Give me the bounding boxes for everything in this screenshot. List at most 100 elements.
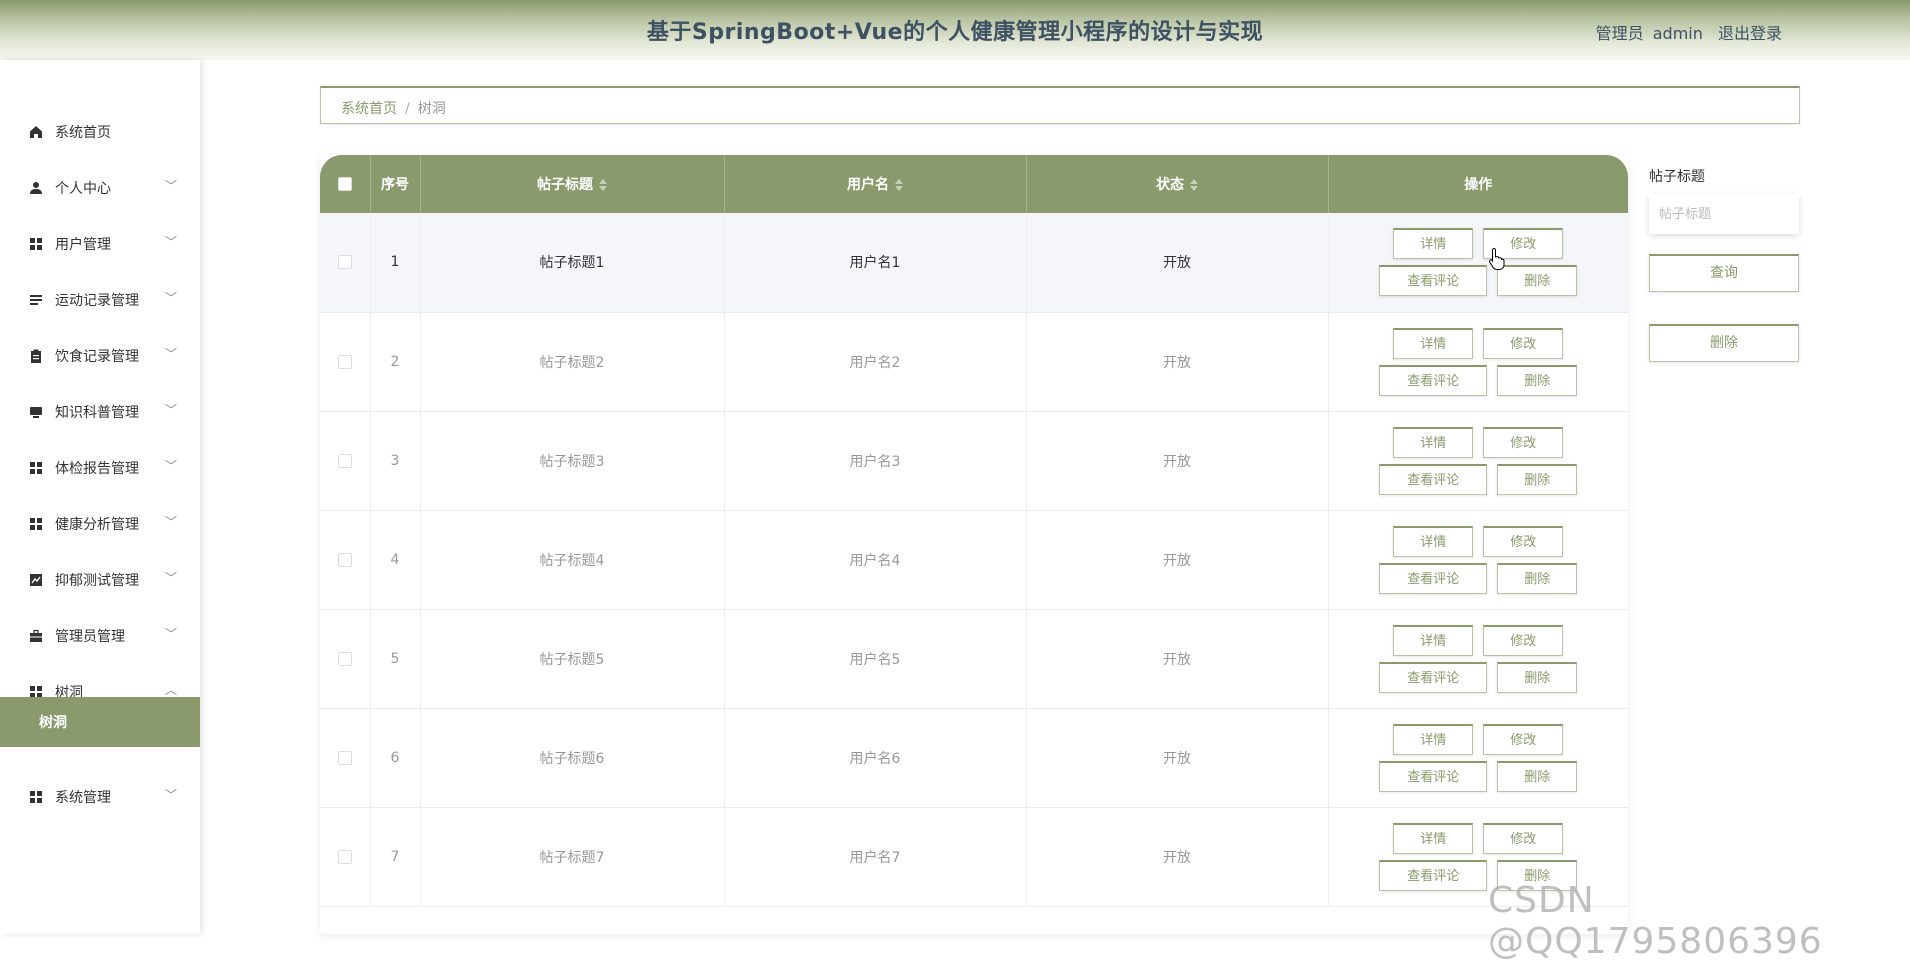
cell-title: 帖子标题4 [420, 510, 725, 610]
row-select-cell[interactable] [320, 312, 371, 412]
detail-button[interactable]: 详情 [1393, 624, 1474, 656]
sidebar-item-checkup[interactable]: 体检报告管理 ﹀ [0, 446, 200, 490]
column-header-title[interactable]: 帖子标题 [420, 155, 725, 213]
edit-button[interactable]: 修改 [1483, 327, 1564, 359]
row-select-cell[interactable] [320, 510, 371, 610]
cell-user: 用户名1 [724, 213, 1027, 313]
row-select-cell[interactable] [320, 213, 371, 313]
sidebar-item-users[interactable]: 用户管理 ﹀ [0, 222, 200, 266]
delete-button[interactable]: 删除 [1497, 463, 1578, 495]
view-comments-button[interactable]: 查看评论 [1379, 859, 1488, 891]
view-comments-button[interactable]: 查看评论 [1379, 661, 1488, 693]
edit-button[interactable]: 修改 [1483, 723, 1564, 755]
row-checkbox[interactable] [337, 453, 352, 468]
row-checkbox[interactable] [337, 849, 352, 864]
edit-button[interactable]: 修改 [1483, 426, 1564, 458]
delete-button[interactable]: 删除 [1497, 760, 1578, 792]
sidebar-item-analysis[interactable]: 健康分析管理 ﹀ [0, 502, 200, 546]
column-header-status[interactable]: 状态 [1026, 155, 1329, 213]
row-checkbox[interactable] [337, 651, 352, 666]
column-header-status-label: 状态 [1156, 177, 1184, 193]
delete-button[interactable]: 删除 [1497, 562, 1578, 594]
detail-button[interactable]: 详情 [1393, 525, 1474, 557]
row-select-cell[interactable] [320, 708, 371, 808]
edit-button[interactable]: 修改 [1483, 624, 1564, 656]
edit-button[interactable]: 修改 [1483, 822, 1564, 854]
cell-title: 帖子标题7 [420, 807, 725, 907]
cell-title: 帖子标题6 [420, 708, 725, 808]
chevron-down-icon: ﹀ [164, 571, 177, 585]
select-all-checkbox[interactable] [337, 177, 352, 191]
grid-icon [30, 518, 42, 530]
view-comments-button[interactable]: 查看评论 [1379, 562, 1488, 594]
row-actions: 详情 修改 查看评论 删除 [1329, 426, 1629, 495]
view-comments-button[interactable]: 查看评论 [1379, 265, 1488, 297]
top-header: 基于SpringBoot+Vue的个人健康管理小程序的设计与实现 管理员 adm… [0, 0, 1910, 60]
action-line: 详情 修改 [1393, 525, 1564, 557]
delete-button[interactable]: 删除 [1497, 661, 1578, 693]
cell-title: 帖子标题2 [420, 312, 725, 412]
edit-button[interactable]: 修改 [1483, 525, 1564, 557]
view-comments-button[interactable]: 查看评论 [1379, 364, 1488, 396]
sort-icon[interactable] [1190, 179, 1198, 191]
sidebar-item-depression[interactable]: 抑郁测试管理 ﹀ [0, 558, 200, 602]
sidebar-subitem-treehole[interactable]: 树洞 [0, 697, 200, 747]
view-comments-button[interactable]: 查看评论 [1379, 760, 1488, 792]
cell-index: 6 [370, 708, 421, 808]
cell-title: 帖子标题3 [420, 411, 725, 511]
detail-button[interactable]: 详情 [1393, 822, 1474, 854]
delete-button[interactable]: 删除 [1497, 364, 1578, 396]
detail-button[interactable]: 详情 [1393, 228, 1474, 260]
detail-button[interactable]: 详情 [1393, 327, 1474, 359]
row-actions: 详情 修改 查看评论 删除 [1329, 723, 1629, 792]
cell-actions: 详情 修改 查看评论 删除 [1328, 510, 1628, 610]
table-row[interactable]: 6 帖子标题6 用户名6 开放 详情 修改 查看评论 删除 [320, 708, 1629, 808]
chevron-down-icon: ﹀ [164, 459, 177, 473]
select-all-cell[interactable] [320, 155, 371, 213]
sidebar-item-knowledge[interactable]: 知识科普管理 ﹀ [0, 390, 200, 434]
action-line: 查看评论 删除 [1379, 364, 1578, 396]
cell-index: 2 [370, 312, 421, 412]
view-comments-button[interactable]: 查看评论 [1379, 463, 1488, 495]
search-input[interactable] [1649, 194, 1799, 234]
row-checkbox[interactable] [337, 750, 352, 765]
breadcrumb-separator: / [405, 101, 410, 117]
chevron-down-icon: ﹀ [164, 291, 177, 305]
table-row[interactable]: 2 帖子标题2 用户名2 开放 详情 修改 查看评论 删除 [320, 312, 1628, 412]
row-checkbox[interactable] [337, 354, 352, 369]
cell-actions: 详情 修改 查看评论 删除 [1328, 312, 1628, 412]
sidebar-item-label: 饮食记录管理 [55, 349, 139, 365]
logout-link[interactable]: 退出登录 [1718, 24, 1782, 43]
table-row[interactable]: 7 帖子标题7 用户名7 开放 详情 修改 查看评论 删除 [320, 807, 1628, 907]
column-header-user-label: 用户名 [847, 177, 889, 193]
sidebar-item-system[interactable]: 系统管理 ﹀ [0, 775, 200, 819]
row-select-cell[interactable] [320, 609, 371, 709]
table-row[interactable]: 4 帖子标题4 用户名4 开放 详情 修改 查看评论 删除 [320, 510, 1628, 610]
sort-icon[interactable] [895, 179, 903, 191]
detail-button[interactable]: 详情 [1393, 426, 1474, 458]
row-checkbox[interactable] [337, 552, 352, 567]
breadcrumb-home[interactable]: 系统首页 [341, 101, 397, 117]
table-row[interactable]: 3 帖子标题3 用户名3 开放 详情 修改 查看评论 删除 [320, 411, 1629, 511]
table-row[interactable]: 1 帖子标题1 用户名1 开放 详情 修改 查看评论 删除 [320, 213, 1628, 313]
row-select-cell[interactable] [320, 411, 371, 511]
column-header-user[interactable]: 用户名 [724, 155, 1027, 213]
row-checkbox[interactable] [337, 255, 352, 270]
sidebar-item-home[interactable]: 系统首页 [0, 110, 200, 154]
breadcrumb-current: 树洞 [417, 101, 446, 117]
table-row[interactable]: 5 帖子标题5 用户名5 开放 详情 修改 查看评论 删除 [320, 609, 1628, 709]
sidebar-item-exercise[interactable]: 运动记录管理 ﹀ [0, 278, 200, 322]
sidebar-item-personal[interactable]: 个人中心 ﹀ [0, 166, 200, 210]
delete-button[interactable]: 删除 [1497, 265, 1578, 297]
detail-button[interactable]: 详情 [1393, 723, 1474, 755]
chevron-down-icon: ﹀ [164, 403, 177, 417]
grid-icon [30, 791, 42, 803]
query-button[interactable]: 查询 [1649, 254, 1799, 292]
row-select-cell[interactable] [320, 807, 371, 907]
sort-icon[interactable] [599, 179, 607, 191]
sidebar-item-diet[interactable]: 饮食记录管理 ﹀ [0, 334, 200, 378]
batch-delete-button[interactable]: 删除 [1649, 324, 1799, 362]
hand-cursor-icon [1488, 247, 1505, 270]
action-line: 详情 修改 [1393, 723, 1564, 755]
sidebar-item-admins[interactable]: 管理员管理 ﹀ [0, 614, 200, 658]
